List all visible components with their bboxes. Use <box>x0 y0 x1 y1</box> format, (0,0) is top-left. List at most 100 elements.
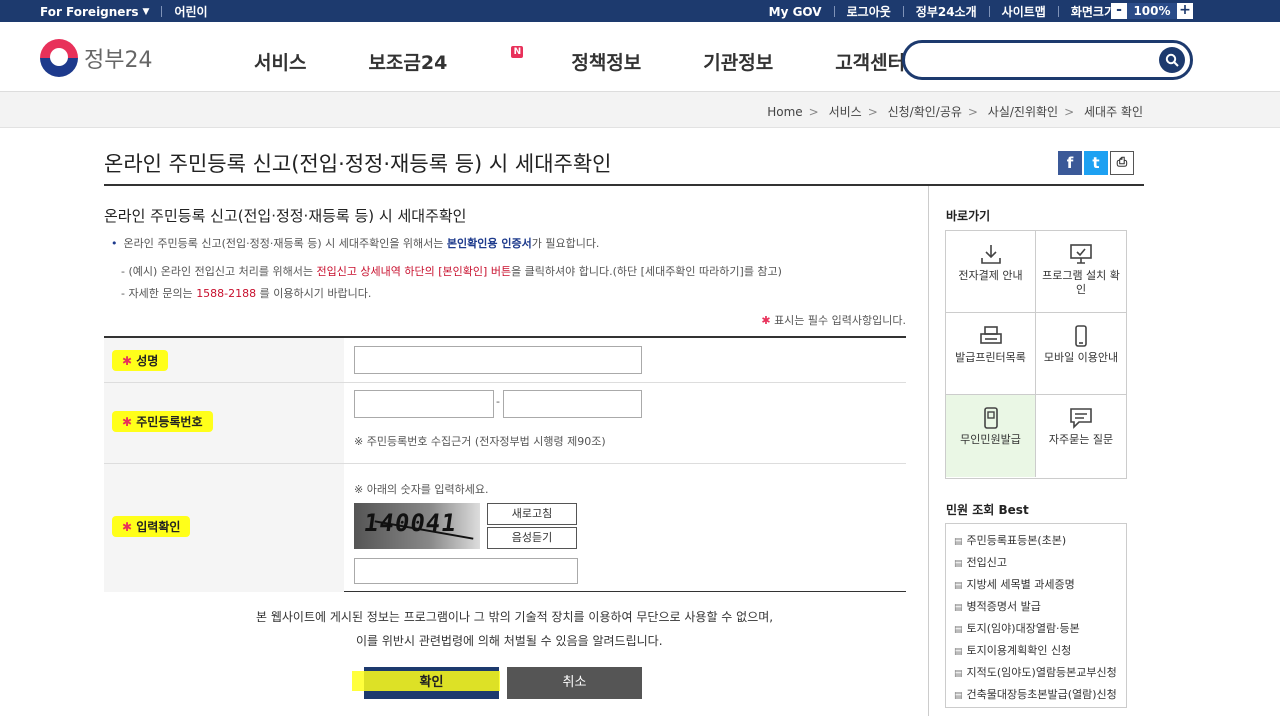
quick-mobile-guide[interactable]: 모바일 이용안내 <box>1036 313 1126 395</box>
kiosk-icon <box>983 407 998 429</box>
breadcrumb-home[interactable]: Home <box>767 105 802 119</box>
certificate-note: • 온라인 주민등록 신고(전입·정정·재등록 등) 시 세대주확인을 위해서는 … <box>111 235 599 251</box>
logout-link[interactable]: 로그아웃 <box>847 3 891 20</box>
gov24-logo[interactable]: 정부24 <box>40 39 152 77</box>
name-input[interactable] <box>354 346 642 374</box>
sitemap-link[interactable]: 사이트맵 <box>1002 3 1046 20</box>
top-utility-bar: For Foreigners ▼ 어린이 My GOV 로그아웃 정부24소개 … <box>0 0 1280 22</box>
quick-program-check[interactable]: 프로그램 설치 확인 <box>1036 231 1126 313</box>
breadcrumb-apply[interactable]: 신청/확인/공유 <box>888 105 962 119</box>
section-title: 온라인 주민등록 신고(전입·정정·재등록 등) 시 세대주확인 <box>104 207 467 225</box>
captcha-note: ※ 아래의 숫자를 입력하세요. <box>354 483 489 496</box>
rrn-legal-note: ※ 주민등록번호 수집근거 (전자정부법 시행령 제90조) <box>354 435 606 448</box>
required-star: ✱ <box>761 314 771 327</box>
note3-text: - 자세한 문의는 <box>121 287 197 300</box>
quick-links-grid: 전자결제 안내 프로그램 설치 확인 발급프린터목록 모바일 이용안내 무인민원… <box>945 230 1127 479</box>
captcha-input[interactable] <box>354 558 578 584</box>
chevron-down-icon[interactable]: ▼ <box>143 7 150 17</box>
rrn-label-cell: ✱ 주민등록번호 <box>104 383 344 463</box>
rrn-label: ✱ 주민등록번호 <box>112 411 213 432</box>
confirm-label: 확인 <box>419 675 444 690</box>
note3-suffix: 를 이용하시기 바랍니다. <box>256 287 372 300</box>
quick-item-label: 프로그램 설치 확인 <box>1042 269 1120 296</box>
captcha-refresh-button[interactable]: 새로고침 <box>487 503 577 525</box>
search-input[interactable] <box>921 50 1151 72</box>
cancel-button[interactable]: 취소 <box>507 667 642 699</box>
site-header: 정부24 서비스 보조금24 N 정책정보 기관정보 고객센터 <box>0 22 1280 92</box>
rrn-dash: - <box>496 395 500 408</box>
required-star: ✱ <box>122 415 133 429</box>
printer-icon <box>979 326 1002 344</box>
breadcrumb-verify[interactable]: 사실/진위확인 <box>988 105 1058 119</box>
note2-text: - (예시) 온라인 전입신고 처리를 위해서는 <box>121 265 317 278</box>
rrn-row: ✱ 주민등록번호 - ※ 주민등록번호 수집근거 (전자정부법 시행령 제90조… <box>104 383 906 464</box>
quick-item-label: 자주묻는 질문 <box>1048 433 1114 446</box>
print-icon[interactable]: ⎙ <box>1110 151 1134 175</box>
download-icon <box>980 245 1001 264</box>
search-button[interactable] <box>1159 47 1185 73</box>
name-label-cell: ✱ 성명 <box>104 338 344 382</box>
facebook-icon[interactable]: f <box>1058 151 1082 175</box>
captcha-digits: 140041 <box>362 509 459 537</box>
contact-note: - 자세한 문의는 1588-2188 를 이용하시기 바랍니다. <box>121 285 371 301</box>
logo-text: 정부24 <box>84 48 153 73</box>
speech-bubble-icon <box>1070 408 1092 429</box>
for-foreigners-link[interactable]: For Foreigners <box>40 5 139 19</box>
required-star: ✱ <box>122 520 133 534</box>
best-item[interactable]: 건축물대장등초본발급(열람)신청 <box>954 686 1117 702</box>
quick-faq[interactable]: 자주묻는 질문 <box>1036 395 1126 477</box>
nav-services[interactable]: 서비스 <box>254 48 306 75</box>
monitor-check-icon <box>1070 244 1092 264</box>
phone-number: 1588-2188 <box>196 287 257 300</box>
quick-payment-guide[interactable]: 전자결제 안내 <box>946 231 1036 313</box>
taegeuk-logo-icon <box>40 39 78 77</box>
captcha-audio-button[interactable]: 음성듣기 <box>487 527 577 549</box>
best-services-title: 민원 조회 Best <box>946 503 1029 517</box>
note2-suffix: 을 클릭하셔야 합니다.(하단 [세대주확인 따라하기]를 참고) <box>511 265 782 278</box>
required-text: 표시는 필수 입력사항입니다. <box>774 314 906 327</box>
nav-subsidy-label: 보조금24 <box>368 52 448 74</box>
captcha-label-text: 입력확인 <box>136 520 181 534</box>
nav-customer[interactable]: 고객센터 <box>835 48 905 75</box>
rrn-second-input[interactable] <box>503 390 642 418</box>
captcha-label: ✱ 입력확인 <box>112 516 191 537</box>
best-item[interactable]: 주민등록표등본(초본) <box>954 532 1067 548</box>
name-label-text: 성명 <box>136 354 159 368</box>
name-row: ✱ 성명 <box>104 338 906 383</box>
zoom-control: - 100% + <box>1111 3 1193 19</box>
certificate-highlight: 본인확인용 인증서 <box>446 237 532 250</box>
confirm-button[interactable]: 확인 <box>352 667 500 699</box>
rrn-first-input[interactable] <box>354 390 494 418</box>
quick-printer-list[interactable]: 발급프린터목록 <box>946 313 1036 395</box>
bullet-icon: • <box>111 237 118 250</box>
required-star: ✱ <box>122 354 133 368</box>
zoom-out-button[interactable]: - <box>1111 3 1127 19</box>
best-item[interactable]: 전입신고 <box>954 554 1007 570</box>
best-item[interactable]: 지적도(임야도)열람등본교부신청 <box>954 664 1117 680</box>
nav-subsidy[interactable]: 보조금24 N <box>368 46 524 75</box>
nav-policy[interactable]: 정책정보 <box>571 48 641 75</box>
zoom-in-button[interactable]: + <box>1177 3 1193 19</box>
copyright-warning-line1: 본 웹사이트에 게시된 정보는 프로그램이나 그 밖의 기술적 장치를 이용하여… <box>256 610 774 624</box>
mobile-phone-icon <box>1075 325 1087 347</box>
screen-size-label: 화면크기 <box>1070 5 1115 19</box>
nav-agency[interactable]: 기관정보 <box>703 48 773 75</box>
copyright-warning-line2: 이를 위반시 관련법령에 의해 처벌될 수 있음을 알려드립니다. <box>356 634 663 648</box>
rrn-label-text: 주민등록번호 <box>136 415 203 429</box>
captcha-image: 140041 <box>354 503 480 549</box>
quick-item-label: 발급프린터목록 <box>955 351 1026 364</box>
main-nav: 서비스 보조금24 N 정책정보 기관정보 고객센터 <box>254 46 967 75</box>
best-item[interactable]: 지방세 세목별 과세증명 <box>954 576 1075 592</box>
search-icon <box>1165 53 1179 67</box>
breadcrumb-services[interactable]: 서비스 <box>829 105 862 119</box>
breadcrumb-band: Home > 서비스 > 신청/확인/공유 > 사실/진위확인 > 세대주 확인 <box>0 92 1280 128</box>
mygov-link[interactable]: My GOV <box>769 5 822 19</box>
about-link[interactable]: 정부24소개 <box>916 3 977 20</box>
best-item[interactable]: 토지이용계획확인 신청 <box>954 642 1072 658</box>
best-item[interactable]: 병적증명서 발급 <box>954 598 1041 614</box>
twitter-icon[interactable]: t <box>1084 151 1108 175</box>
best-item[interactable]: 토지(임야)대장열람·등본 <box>954 620 1080 636</box>
kids-link[interactable]: 어린이 <box>174 3 207 20</box>
quick-kiosk[interactable]: 무인민원발급 <box>946 395 1036 477</box>
note1-suffix: 가 필요합니다. <box>531 237 600 250</box>
